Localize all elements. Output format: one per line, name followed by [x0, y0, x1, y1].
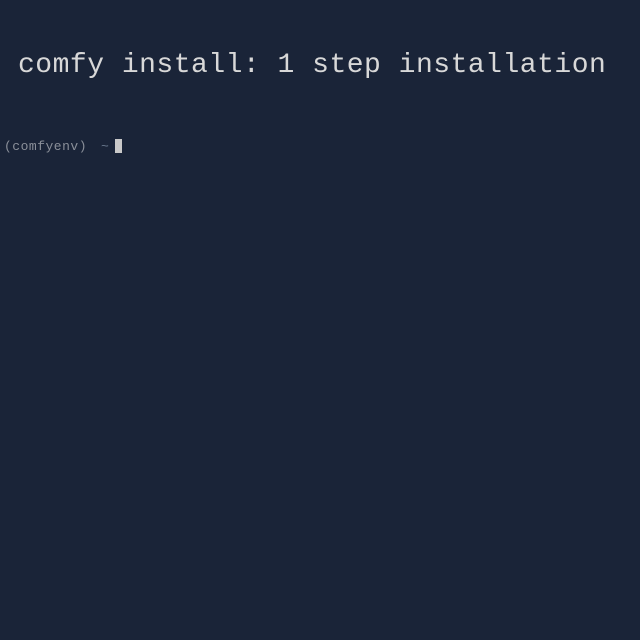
terminal-cursor: [115, 139, 122, 153]
prompt-path: ~: [101, 140, 109, 153]
virtualenv-name: (comfyenv): [4, 140, 87, 153]
page-title: comfy install: 1 step installation: [0, 0, 640, 81]
terminal-prompt-line[interactable]: (comfyenv) ~: [0, 81, 640, 153]
